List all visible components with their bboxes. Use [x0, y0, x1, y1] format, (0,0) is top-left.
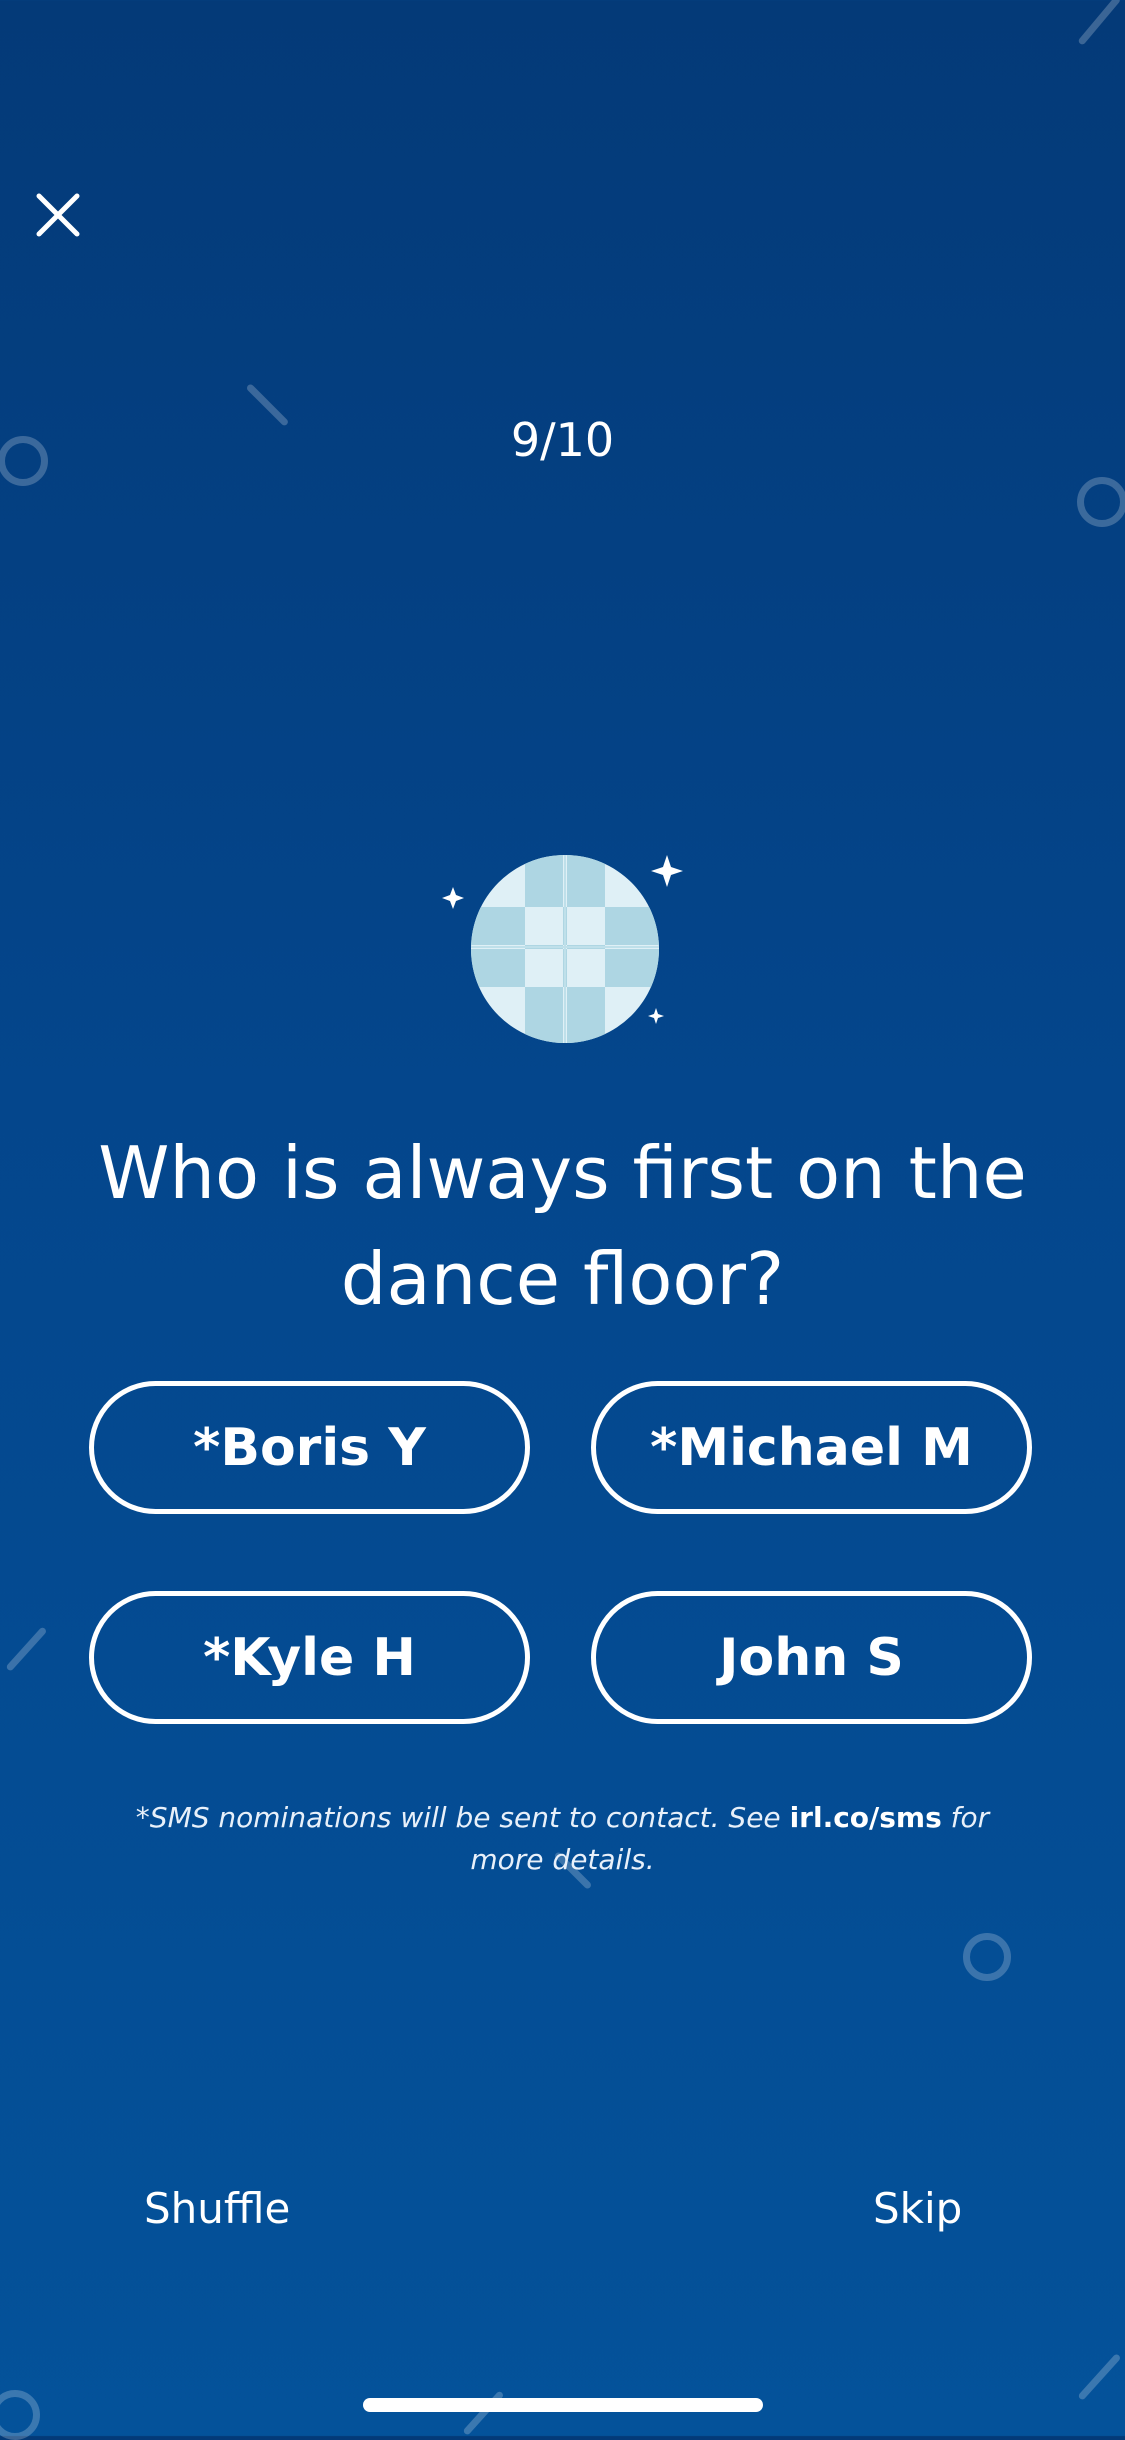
decor-dash	[1077, 0, 1122, 46]
skip-button[interactable]: Skip	[873, 2184, 962, 2233]
decor-ring	[963, 1933, 1011, 1981]
option-button[interactable]: *Boris Y	[89, 1381, 530, 1514]
option-button[interactable]: *Michael M	[591, 1381, 1032, 1514]
decor-dash	[1077, 2353, 1122, 2401]
decor-ring	[1077, 477, 1125, 527]
option-button[interactable]: John S	[591, 1591, 1032, 1724]
decor-dash	[5, 1626, 48, 1672]
question-progress: 9/10	[510, 413, 615, 467]
disco-ball-icon	[435, 845, 685, 1049]
sms-info-link[interactable]: irl.co/sms	[790, 1801, 942, 1834]
question-text: Who is always first on the dance floor?	[98, 1131, 1027, 1321]
close-icon	[36, 193, 80, 237]
disclaimer-prefix: *SMS nominations will be sent to contact…	[135, 1801, 790, 1834]
shuffle-button[interactable]: Shuffle	[144, 2184, 290, 2233]
close-button[interactable]	[28, 185, 88, 245]
option-button[interactable]: *Kyle H	[89, 1591, 530, 1724]
home-indicator	[363, 2398, 763, 2412]
sms-disclaimer: *SMS nominations will be sent to contact…	[110, 1797, 1015, 1881]
decor-ring	[0, 2390, 40, 2440]
